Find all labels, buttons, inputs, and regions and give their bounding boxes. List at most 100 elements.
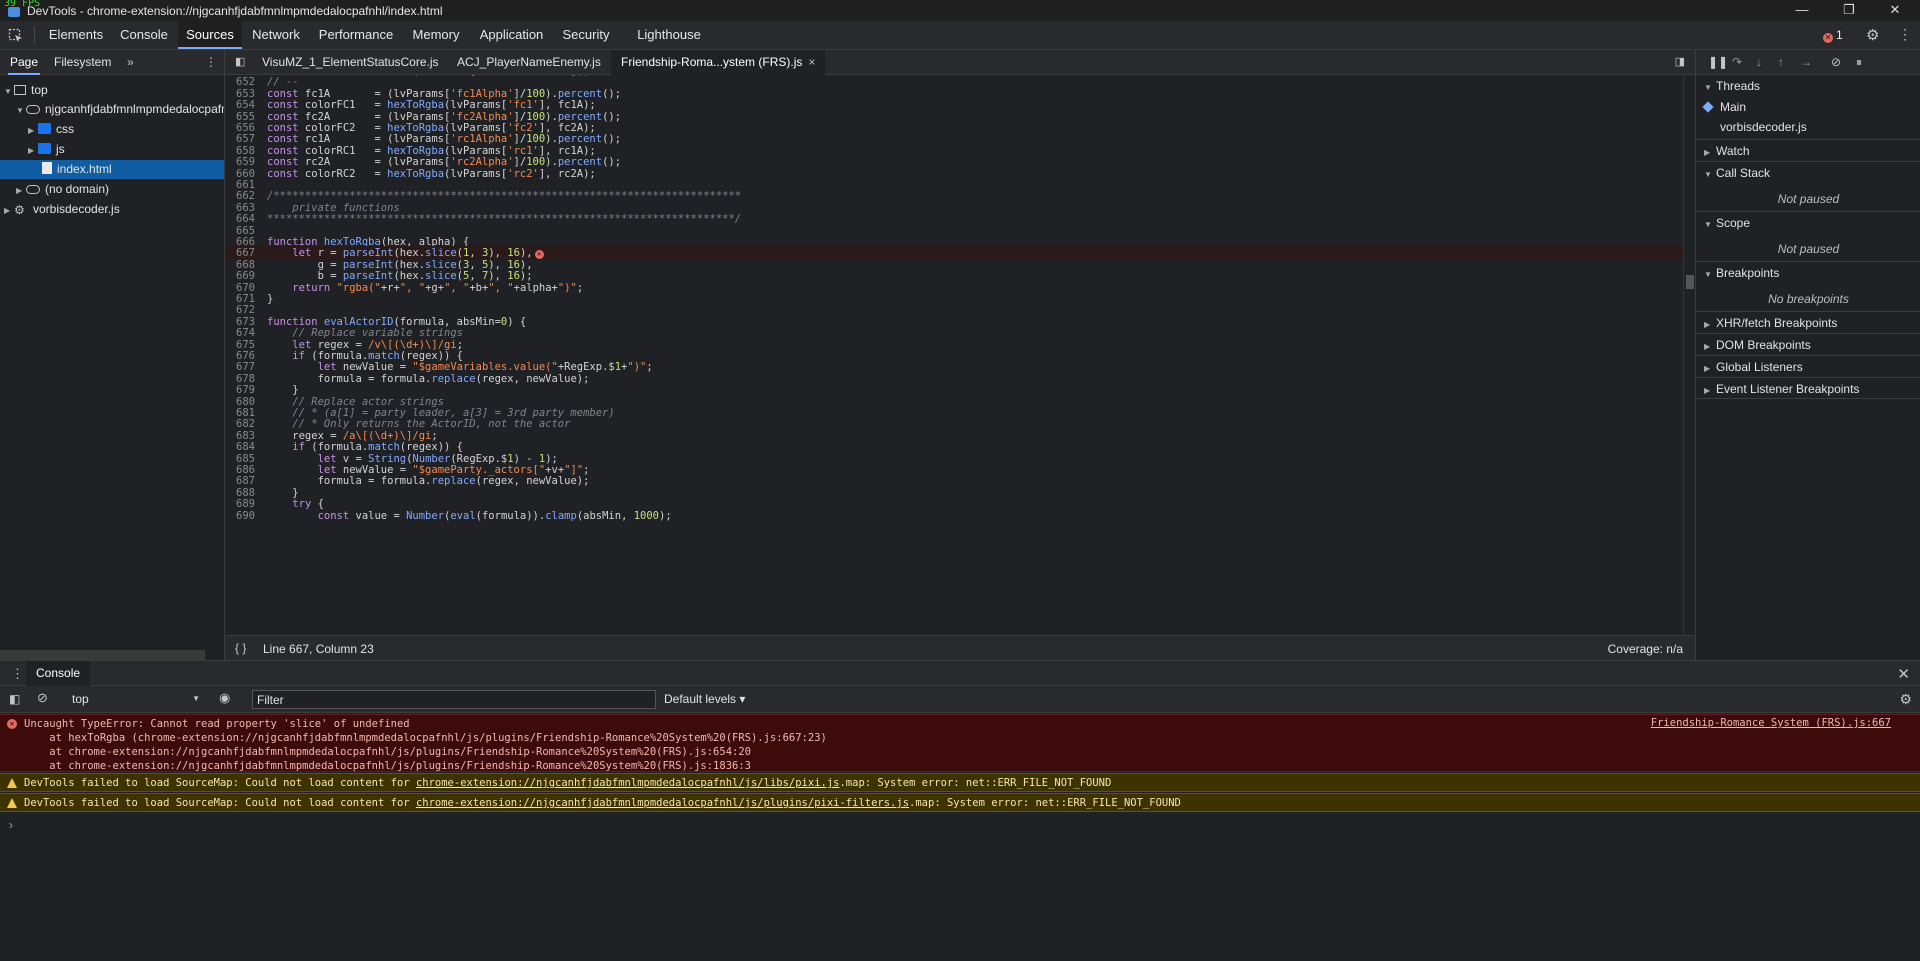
log-levels-dropdown[interactable]: Default levels ▾	[664, 692, 745, 706]
event-listener-breakpoints-header[interactable]: ▶ Event Listener Breakpoints	[1696, 377, 1920, 399]
expand-right-icon: ▶	[4, 206, 11, 215]
live-expression-eye-icon[interactable]: ◉	[219, 690, 230, 706]
debugger-sidebar: ❚❚ ↷ ↓ ↑ → ⊘ ⏸ ▼ Threads Main vorbisdecod…	[1695, 50, 1920, 660]
restore-button[interactable]: ❐	[1826, 0, 1872, 21]
tab-application[interactable]: Application	[469, 21, 554, 49]
breakpoints-empty: No breakpoints	[1768, 292, 1849, 306]
editor-tab-visumz-elementstatuscore[interactable]: VisuMZ_1_ElementStatusCore.js	[252, 50, 449, 75]
thread-main[interactable]: Main	[1696, 97, 1920, 117]
step-icon[interactable]: →	[1800, 55, 1812, 69]
coverage-status: Coverage: n/a	[1607, 642, 1683, 656]
console-filter-input[interactable]	[252, 690, 656, 709]
expand-down-icon: ▼	[1704, 220, 1712, 229]
code-line[interactable]: 690 const value = Number(eval(formula)).…	[225, 509, 1683, 523]
close-drawer-icon[interactable]: ✕	[1897, 665, 1910, 683]
navigator-tabs: Page Filesystem » ⋮	[0, 50, 224, 75]
stack-frame-link[interactable]: at chrome-extension://njgcanhfjdabfmnlmp…	[24, 745, 751, 759]
navigator-horizontal-scrollbar[interactable]	[0, 650, 205, 660]
console-prompt-icon[interactable]: ›	[9, 818, 13, 832]
console-error-message[interactable]: ✕ Uncaught TypeError: Cannot read proper…	[0, 714, 1920, 772]
deactivate-breakpoints-icon[interactable]: ⊘	[1831, 55, 1841, 69]
thread-vorbisdecoder[interactable]: vorbisdecoder.js	[1696, 117, 1920, 137]
console-settings-gear-icon[interactable]: ⚙	[1899, 691, 1912, 708]
customize-menu-icon[interactable]: ⋮	[1898, 26, 1912, 43]
editor-status-bar: { } Line 667, Column 23 Coverage: n/a	[225, 635, 1695, 660]
tab-security[interactable]: Security	[554, 21, 618, 49]
window-title-bar: 39 FPS DevTools - chrome-extension://njg…	[0, 0, 1920, 21]
step-into-icon[interactable]: ↓	[1756, 55, 1762, 69]
chevron-down-icon: ▼	[192, 694, 200, 703]
console-warning-message[interactable]: DevTools failed to load SourceMap: Could…	[0, 793, 1920, 812]
watch-header[interactable]: ▶ Watch	[1696, 139, 1920, 161]
drawer-header: ⋮ Console ✕	[0, 660, 1920, 686]
drawer-tab-console[interactable]: Console	[26, 661, 91, 686]
tab-sources[interactable]: Sources	[178, 21, 242, 49]
console-warning-message[interactable]: DevTools failed to load SourceMap: Could…	[0, 773, 1920, 792]
clear-console-icon[interactable]: ⊘	[37, 690, 48, 706]
close-window-button[interactable]: ✕	[1872, 0, 1918, 21]
scrollbar-thumb[interactable]	[1686, 275, 1694, 289]
toggle-navigator-icon[interactable]: ◧	[235, 55, 245, 68]
folder-icon	[38, 123, 51, 134]
editor-vertical-scrollbar[interactable]	[1683, 75, 1695, 635]
tree-item-js-folder[interactable]: ▶ js	[0, 140, 224, 159]
step-over-icon[interactable]: ↷	[1732, 55, 1742, 69]
breakpoints-header[interactable]: ▼ Breakpoints	[1696, 261, 1920, 283]
code-area[interactable]: 651const leaderMenu = eval(lvParams['imm…	[225, 75, 1683, 635]
close-tab-icon[interactable]: ×	[808, 55, 815, 69]
xhr-breakpoints-header[interactable]: ▶ XHR/fetch Breakpoints	[1696, 311, 1920, 333]
dom-breakpoints-header[interactable]: ▶ DOM Breakpoints	[1696, 333, 1920, 355]
editor-tabs: ◧ VisuMZ_1_ElementStatusCore.js ACJ_Play…	[225, 50, 1695, 75]
expand-right-icon: ▶	[28, 126, 35, 135]
console-toolbar: ◧ ⊘ top▼ ◉ Default levels ▾ ⚙	[0, 686, 1920, 713]
file-icon	[42, 162, 52, 174]
stack-frame-link[interactable]: at hexToRgba (chrome-extension://njgcanh…	[24, 731, 827, 745]
stack-frame-link[interactable]: at chrome-extension://njgcanhfjdabfmnlmp…	[24, 759, 751, 773]
line-number[interactable]: 690	[225, 509, 267, 523]
tree-item-css-folder[interactable]: ▶ css	[0, 120, 224, 139]
javascript-context-select[interactable]: top ▼	[64, 689, 204, 709]
minimize-button[interactable]: —	[1779, 0, 1825, 21]
more-tabs-icon[interactable]: »	[127, 50, 134, 75]
scope-header[interactable]: ▼ Scope	[1696, 211, 1920, 233]
tab-performance[interactable]: Performance	[309, 21, 403, 49]
expand-down-icon: ▼	[1704, 270, 1712, 279]
tab-memory[interactable]: Memory	[403, 21, 469, 49]
tree-item-vorbisdecoder[interactable]: ▶ ⚙ vorbisdecoder.js	[0, 200, 224, 219]
call-stack-header[interactable]: ▼ Call Stack	[1696, 161, 1920, 183]
console-sidebar-icon[interactable]: ◧	[9, 692, 20, 706]
source-editor: ◧ VisuMZ_1_ElementStatusCore.js ACJ_Play…	[225, 50, 1695, 660]
tree-item-no-domain[interactable]: ▶ (no domain)	[0, 180, 224, 199]
pause-icon[interactable]: ❚❚	[1708, 55, 1728, 69]
error-counter[interactable]: ✕ 1	[1823, 28, 1843, 43]
inspect-element-icon[interactable]	[8, 28, 24, 44]
navigator-menu-icon[interactable]: ⋮	[205, 50, 217, 75]
step-out-icon[interactable]: ↑	[1778, 55, 1784, 69]
cursor-position: Line 667, Column 23	[263, 642, 374, 656]
editor-tab-friendship-romance-system[interactable]: Friendship-Roma...ystem (FRS).js ×	[611, 50, 826, 75]
error-source-link[interactable]: Friendship-Romance System (FRS).js:667	[1651, 717, 1891, 729]
tree-item-extension-origin[interactable]: ▼ njgcanhfjdabfmnlmpmdedalocpafnhl	[0, 100, 224, 119]
tree-item-top[interactable]: ▼ top	[0, 81, 224, 100]
pretty-print-button[interactable]: { }	[235, 641, 246, 655]
tab-console[interactable]: Console	[110, 21, 178, 49]
cloud-icon	[26, 105, 40, 114]
drawer-menu-icon[interactable]: ⋮	[11, 666, 24, 682]
tab-filesystem[interactable]: Filesystem	[54, 50, 111, 75]
pause-on-exceptions-icon[interactable]: ⏸	[1856, 55, 1862, 70]
line-text: const value = Number(eval(formula)).clam…	[317, 509, 672, 522]
global-listeners-header[interactable]: ▶ Global Listeners	[1696, 355, 1920, 377]
editor-tab-acj-playernameenemy[interactable]: ACJ_PlayerNameEnemy.js	[447, 50, 611, 75]
warning-icon	[7, 798, 17, 808]
tree-item-index-html[interactable]: index.html	[0, 160, 224, 179]
debugger-toolbar: ❚❚ ↷ ↓ ↑ → ⊘ ⏸	[1696, 50, 1920, 75]
tab-lighthouse[interactable]: Lighthouse	[628, 21, 710, 49]
tab-page[interactable]: Page	[8, 50, 41, 75]
scope-empty: Not paused	[1777, 242, 1840, 256]
tab-network[interactable]: Network	[243, 21, 309, 49]
expand-down-icon: ▼	[16, 106, 24, 115]
threads-header[interactable]: ▼ Threads	[1696, 75, 1920, 97]
toggle-debugger-icon[interactable]: ◨	[1675, 55, 1685, 68]
settings-gear-icon[interactable]: ⚙	[1866, 26, 1879, 44]
tab-elements[interactable]: Elements	[42, 21, 110, 49]
